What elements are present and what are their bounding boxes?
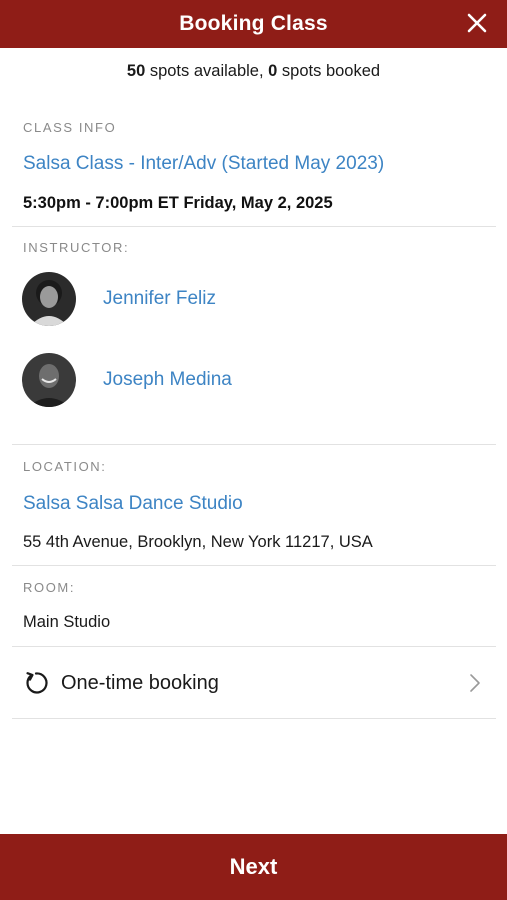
instructor-label: INSTRUCTOR:: [23, 240, 130, 255]
class-name-link[interactable]: Salsa Class - Inter/Adv (Started May 202…: [23, 153, 384, 175]
close-icon[interactable]: [466, 12, 488, 34]
divider: [12, 718, 496, 719]
refresh-icon: [26, 672, 48, 694]
divider: [12, 565, 496, 566]
next-button-label: Next: [229, 854, 278, 879]
booking-type-label: One-time booking: [61, 671, 219, 694]
class-schedule: 5:30pm - 7:00pm ET Friday, May 2, 2025: [23, 194, 333, 212]
avatar: [22, 353, 76, 407]
room-label: ROOM:: [23, 580, 76, 595]
next-button[interactable]: Next: [0, 834, 507, 900]
close-button[interactable]: [461, 7, 493, 39]
spots-booked-count: 0: [268, 62, 278, 80]
header-bar: Booking Class: [0, 0, 507, 48]
instructor-name[interactable]: Jennifer Feliz: [103, 288, 216, 310]
spots-available-count: 50: [126, 62, 146, 80]
divider: [12, 444, 496, 445]
location-name-link[interactable]: Salsa Salsa Dance Studio: [23, 493, 243, 515]
instructor-row-joseph[interactable]: Joseph Medina: [22, 352, 482, 408]
booking-type-row[interactable]: One-time booking: [12, 650, 496, 716]
room-name: Main Studio: [23, 613, 111, 631]
instructor-row-jennifer[interactable]: Jennifer Feliz: [22, 271, 482, 327]
spots-booked-text: spots booked: [277, 62, 381, 80]
spots-available-text: spots available,: [145, 62, 269, 80]
divider: [12, 226, 496, 227]
instructor-name[interactable]: Joseph Medina: [103, 369, 232, 391]
chevron-right-icon: [470, 674, 480, 692]
spots-summary: 50 spots available, 0 spots booked: [0, 62, 507, 81]
avatar: [22, 272, 76, 326]
page-title: Booking Class: [179, 12, 328, 35]
class-info-label: CLASS INFO: [23, 120, 117, 135]
location-address: 55 4th Avenue, Brooklyn, New York 11217,…: [23, 533, 373, 551]
location-label: LOCATION:: [23, 459, 107, 474]
divider: [12, 646, 496, 647]
